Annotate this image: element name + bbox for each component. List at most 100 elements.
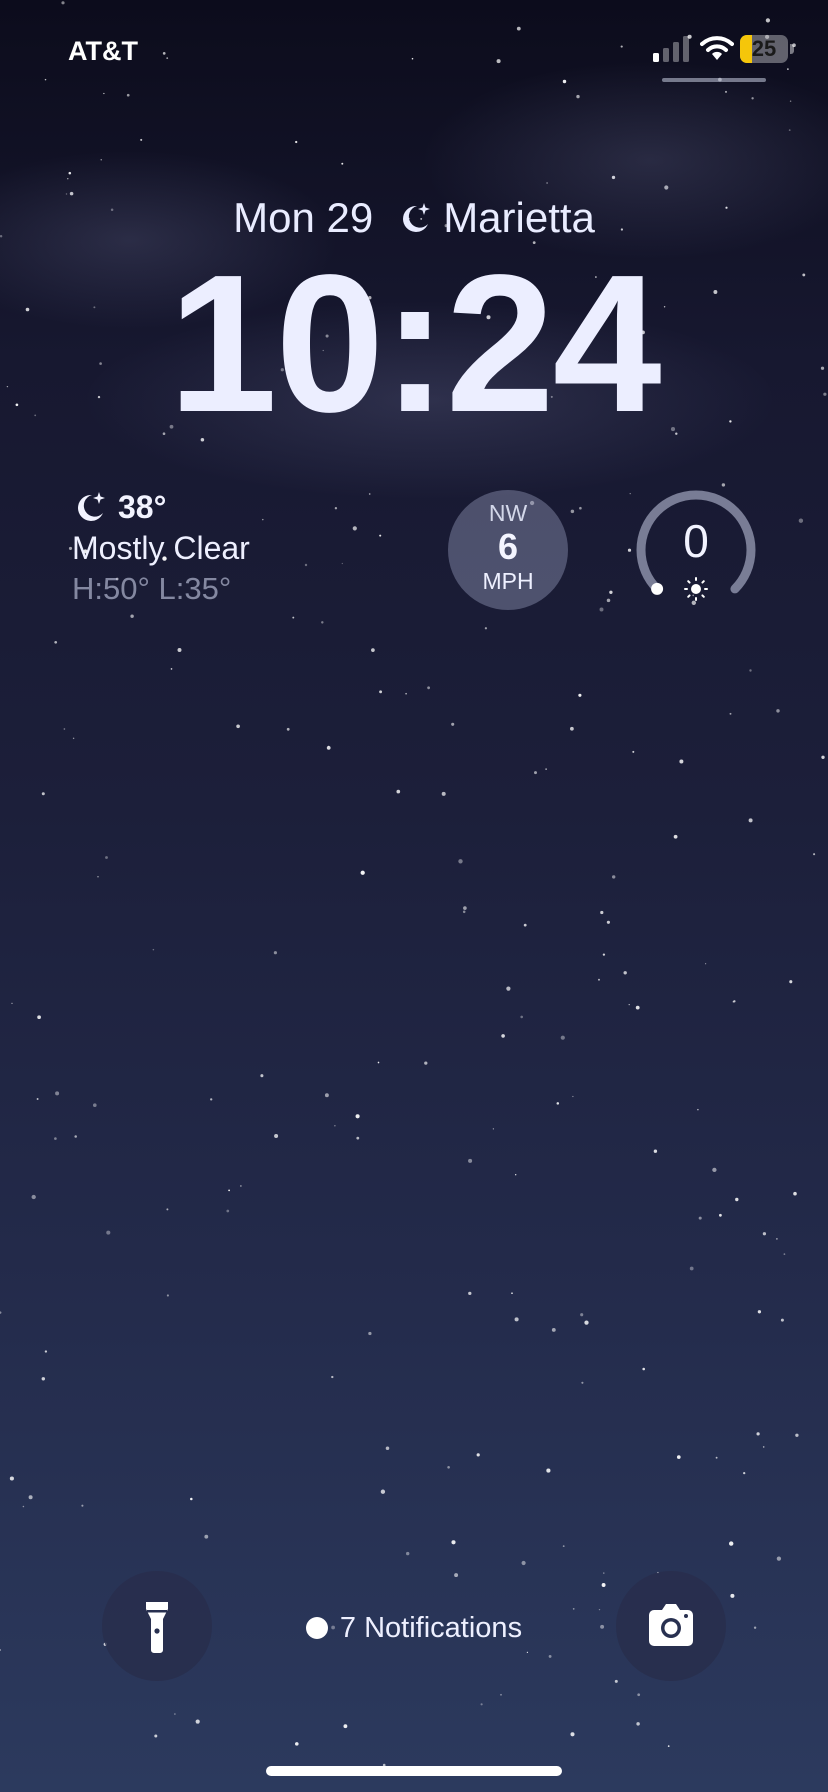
sun-icon — [684, 577, 708, 601]
weather-widget[interactable]: 38° Mostly Clear H:50° L:35° — [72, 486, 372, 607]
wallpaper-star — [606, 598, 611, 603]
wallpaper-star — [274, 1134, 279, 1138]
wallpaper-star — [22, 1505, 25, 1508]
wind-widget[interactable]: NW 6 MPH — [448, 490, 568, 610]
wallpaper-star — [379, 534, 382, 537]
wallpaper-star — [31, 1194, 36, 1200]
wallpaper-star — [795, 1433, 799, 1437]
wallpaper-star — [74, 1135, 77, 1138]
wallpaper-star — [331, 1375, 334, 1379]
wallpaper-star — [534, 771, 537, 775]
wallpaper-star — [730, 1593, 735, 1598]
wallpaper-star — [480, 1703, 483, 1706]
wallpaper-star — [578, 693, 582, 697]
wallpaper-star — [54, 640, 58, 644]
wallpaper-star — [637, 1693, 641, 1697]
wallpaper-star — [343, 1724, 348, 1729]
wallpaper-star — [72, 737, 75, 740]
wallpaper-star — [93, 1103, 97, 1107]
wallpaper-star — [260, 1074, 264, 1078]
wallpaper-star — [379, 690, 383, 694]
wallpaper-star — [715, 1456, 718, 1459]
clock-time[interactable]: 10:24 — [0, 244, 828, 444]
wallpaper-star — [166, 1208, 169, 1211]
wallpaper-star — [63, 728, 66, 730]
wallpaper-star — [44, 1350, 48, 1353]
camera-button[interactable] — [616, 1571, 726, 1681]
wallpaper-star — [28, 1495, 33, 1500]
wallpaper-star — [762, 1232, 767, 1236]
wallpaper-star — [240, 1185, 242, 1187]
wallpaper-star — [154, 1734, 158, 1738]
wallpaper-star — [468, 1291, 472, 1296]
wallpaper-star — [673, 834, 678, 839]
carrier-label: AT&T — [68, 36, 138, 66]
wallpaper-star — [506, 986, 511, 991]
wallpaper-star — [526, 1651, 529, 1654]
wallpaper-star — [140, 138, 143, 141]
wallpaper-star — [36, 1098, 39, 1100]
wallpaper-star — [601, 1583, 606, 1587]
wallpaper-star — [236, 724, 240, 729]
uv-level-marker — [651, 582, 664, 595]
wallpaper-star — [334, 1125, 336, 1127]
wallpaper-star — [783, 1253, 786, 1255]
wallpaper-star — [697, 1108, 699, 1111]
wallpaper-star — [551, 1327, 556, 1332]
notifications-label: 7 Notifications — [339, 1611, 523, 1644]
wallpaper-star — [190, 1497, 193, 1501]
wallpaper-star — [405, 692, 407, 695]
wallpaper-star — [356, 1136, 360, 1140]
wallpaper-star — [360, 870, 365, 875]
wallpaper-star — [501, 1034, 505, 1038]
wallpaper-star — [756, 1432, 760, 1436]
wallpaper-star — [210, 1098, 213, 1101]
wallpaper-star — [380, 1489, 386, 1494]
wallpaper-star — [321, 621, 324, 624]
wallpaper-star — [603, 1572, 605, 1574]
uv-index-widget[interactable]: 0 — [634, 488, 758, 612]
wallpaper-star — [468, 1158, 473, 1163]
wallpaper-star — [748, 818, 753, 823]
lock-screen: AT&T 25 Mon 29 Marietta 10:24 38° Mostly… — [0, 0, 828, 1792]
wallpaper-star — [606, 920, 610, 924]
wallpaper-star — [341, 162, 344, 165]
moon-stars-icon — [78, 492, 105, 521]
wallpaper-star — [295, 140, 298, 144]
wind-speed: 6 — [497, 526, 519, 567]
wallpaper-star — [454, 1573, 459, 1578]
home-indicator[interactable] — [266, 1766, 562, 1776]
wallpaper-star — [628, 1003, 630, 1006]
notification-center-indicator[interactable] — [662, 78, 766, 82]
wallpaper-star — [776, 1556, 782, 1561]
wallpaper-star — [521, 1560, 526, 1566]
wallpaper-star — [396, 789, 401, 794]
wallpaper-star — [447, 1466, 450, 1469]
wallpaper-star — [598, 978, 600, 981]
wallpaper-star — [721, 483, 726, 487]
wallpaper-star — [679, 759, 684, 764]
wallpaper-star — [97, 876, 99, 878]
wallpaper-star — [560, 1035, 565, 1040]
wallpaper-star — [698, 1216, 702, 1220]
wallpaper-star — [130, 614, 134, 618]
wallpaper-star — [609, 590, 613, 594]
wallpaper-star — [54, 1137, 57, 1140]
wallpaper-star — [463, 906, 467, 910]
moon-icon — [403, 203, 431, 232]
wallpaper-star — [462, 910, 466, 914]
wallpaper-star — [511, 1292, 513, 1295]
wallpaper-star — [712, 1167, 717, 1173]
wallpaper-star — [821, 755, 825, 759]
wallpaper-star — [653, 1149, 658, 1153]
wallpaper-star — [195, 1719, 200, 1724]
wallpaper-star — [642, 1367, 645, 1371]
wallpaper-star — [292, 616, 295, 619]
wallpaper-star — [326, 746, 331, 750]
wallpaper-star — [406, 1551, 410, 1556]
wallpaper-star — [500, 1693, 502, 1696]
wallpaper-star — [441, 791, 446, 796]
wallpaper-star — [780, 1318, 784, 1322]
wallpaper-star — [556, 1102, 560, 1105]
wallpaper-star — [105, 856, 108, 859]
